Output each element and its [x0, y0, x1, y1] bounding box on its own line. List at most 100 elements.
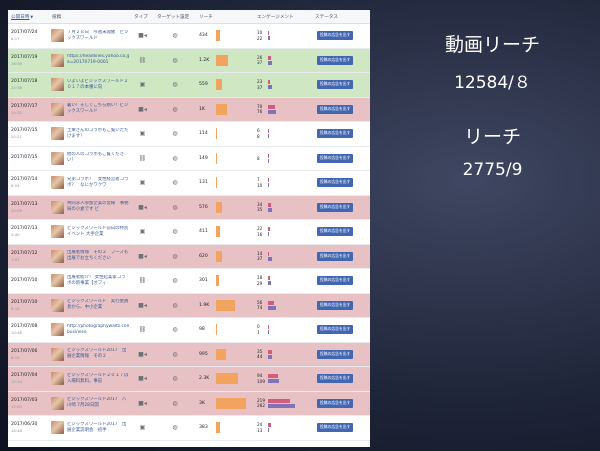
column-date-header[interactable]: 公開日時▼	[8, 14, 49, 20]
post-text-link[interactable]: 土栗さんのコラボもご覧いただけます！	[67, 128, 129, 140]
table-row[interactable]: 2017/07/15 他の人のコラボもご覧ください！ ⛓ ◍ 149 8 投稿の…	[8, 147, 370, 171]
engagement-values: 8	[254, 156, 268, 162]
post-time: 20:21	[11, 134, 22, 140]
table-row[interactable]: 2017/07/10 出展者紹介！ 女性起業家コラボの新事業【オフィ ⛓ ◍ 3…	[8, 269, 370, 294]
sort-arrow-icon[interactable]: ▼	[30, 15, 33, 19]
boost-post-button[interactable]: 投稿の広告を出す	[317, 374, 354, 384]
table-row[interactable]: 2017/07/06 8:15 ビジックスワールド2017 出展企業情報 その２…	[8, 342, 370, 367]
post-thumbnail[interactable]	[51, 176, 64, 190]
post-text-link[interactable]: 兄弟コラボ？ 女性経営者コラボ？ なにかワクワ	[67, 177, 129, 189]
post-text-link[interactable]: 出展者紹介！ 女性起業家コラボの新事業【オフィ	[67, 275, 129, 287]
post-thumbnail[interactable]	[51, 78, 64, 92]
post-thumbnail[interactable]	[51, 421, 64, 435]
post-thumbnail[interactable]	[51, 274, 64, 288]
boost-post-button[interactable]: 投稿の広告を出す	[317, 349, 354, 359]
post-cell[interactable]: https://headlines.yahoo.co.jp/hl?a=20170…	[49, 49, 131, 73]
post-text-link[interactable]: いよいよビジックスワールド２０１７の本番に向	[67, 79, 129, 91]
post-thumbnail[interactable]	[51, 200, 64, 214]
date-sort-label[interactable]: 公開日時	[11, 15, 29, 20]
table-row[interactable]: 2017/07/04 12:34 ビジックスワールド２０１７は入場料無料。事前 …	[8, 367, 370, 392]
post-cell[interactable]: ビジックスワールド2017 八 川崎 7月28日開	[49, 392, 131, 416]
table-row[interactable]: 2017/07/12 7:01 出展者情報 その２ ブースも出展でお立ちください…	[8, 244, 370, 269]
engagement-bar-clicks	[268, 325, 269, 330]
post-cell[interactable]: ビジックスワールド2017 出展企業情報 その２	[49, 343, 131, 367]
boost-post-button[interactable]: 投稿の広告を出す	[317, 251, 354, 261]
post-text-link[interactable]: ７月２８日 今週末開催 ビジックスワールド	[67, 30, 129, 42]
post-thumbnail[interactable]	[51, 127, 64, 141]
table-row[interactable]: 2017/07/15 20:21 土栗さんのコラボもご覧いただけます！ ▣ ◍ …	[8, 122, 370, 147]
post-text-link[interactable]: ビジックスワールド 実行委員長から、中小企業	[67, 299, 129, 311]
boost-post-button[interactable]: 投稿の広告を出す	[317, 80, 354, 90]
post-cell[interactable]: 兄弟コラボ？ 女性経営者コラボ？ なにかワクワ	[49, 171, 131, 195]
post-thumbnail[interactable]	[51, 396, 64, 410]
post-thumbnail[interactable]	[51, 298, 64, 312]
post-cell[interactable]: 土栗さんのコラボもご覧いただけます！	[49, 122, 131, 146]
boost-post-button[interactable]: 投稿の広告を出す	[317, 227, 354, 237]
boost-post-button[interactable]: 投稿の広告を出す	[317, 178, 354, 188]
post-cell[interactable]: ７月２８日 今週末開催 ビジックスワールド	[49, 24, 131, 48]
post-cell[interactable]: 出展者紹介！ 女性起業家コラボの新事業【オフィ	[49, 269, 131, 293]
post-text-link[interactable]: https://headlines.yahoo.co.jp/hl?a=20170…	[67, 54, 129, 66]
boost-post-button[interactable]: 投稿の広告を出す	[317, 31, 354, 41]
status-cell: 投稿の広告を出す	[312, 294, 370, 318]
post-thumbnail[interactable]	[51, 29, 64, 43]
post-cell[interactable]: 暑い！そしてこちら熱い！ビジックスワールド	[49, 98, 131, 122]
engagement-bar-reactions	[268, 109, 276, 114]
post-text-link[interactable]: 共同求人参加企業の皆様 事務局の小倉です ビ	[67, 201, 129, 213]
engagement-cell: 24 13	[254, 416, 312, 440]
boost-post-button[interactable]: 投稿の広告を出す	[317, 153, 354, 163]
post-date: 2017/07/19	[11, 54, 38, 60]
table-row[interactable]: 2017/07/19 16:06 https://headlines.yahoo…	[8, 48, 370, 73]
table-row[interactable]: 2017/07/18 22:38 いよいよビジックスワールド２０１７の本番に向 …	[8, 73, 370, 98]
table-row[interactable]: 2017/07/03 12:00 ビジックスワールド2017 八 川崎 7月28…	[8, 391, 370, 416]
post-text-link[interactable]: 他の人のコラボもご覧ください！	[67, 152, 129, 164]
boost-post-button[interactable]: 投稿の広告を出す	[317, 423, 354, 433]
link-icon: ⛓	[138, 154, 147, 162]
post-text-link[interactable]: ビジックスワールド2017 出展企業情報 その２	[67, 348, 129, 360]
post-cell[interactable]: 他の人のコラボもご覧ください！	[49, 147, 131, 171]
table-row[interactable]: 2017/07/10 8:15 ビジックスワールド 実行委員長から、中小企業 ■…	[8, 293, 370, 318]
table-row[interactable]: 2017/06/30 16:48 ビジックスワールド2017 出展企業説明会 初…	[8, 416, 370, 441]
post-cell[interactable]: ビジックスワールド２０１７は入場料無料。事前	[49, 367, 131, 391]
boost-post-button[interactable]: 投稿の広告を出す	[317, 55, 354, 65]
boost-post-button[interactable]: 投稿の広告を出す	[317, 398, 354, 408]
boost-post-button[interactable]: 投稿の広告を出す	[317, 202, 354, 212]
post-thumbnail[interactable]	[51, 347, 64, 361]
table-row[interactable]: 2017/07/13 10:09 共同求人参加企業の皆様 事務局の小倉です ビ …	[8, 195, 370, 220]
post-thumbnail[interactable]	[51, 151, 64, 165]
engagement-bars	[268, 31, 270, 41]
table-row[interactable]: 2017/07/08 10:48 http://photographywaltz…	[8, 318, 370, 343]
post-text-link[interactable]: ビジックスワールド2017 出展企業説明会 初半	[67, 422, 129, 434]
photo-icon: ▣	[139, 424, 146, 432]
post-thumbnail[interactable]	[51, 225, 64, 239]
post-cell[interactable]: 出展者情報 その２ ブースも出展でお立ちください	[49, 245, 131, 269]
boost-post-button[interactable]: 投稿の広告を出す	[317, 300, 354, 310]
post-thumbnail[interactable]	[51, 53, 64, 67]
post-text-link[interactable]: 出展者情報 その２ ブースも出展でお立ちください	[67, 250, 129, 262]
engagement-bar-clicks	[268, 178, 269, 183]
boost-post-button[interactable]: 投稿の広告を出す	[317, 129, 354, 139]
post-cell[interactable]: ビジックスワールド2017 出展企業説明会 初半	[49, 416, 131, 440]
post-cell[interactable]: ビジックスワールド 実行委員長から、中小企業	[49, 294, 131, 318]
post-thumbnail[interactable]	[51, 323, 64, 337]
post-cell[interactable]: 共同求人参加企業の皆様 事務局の小倉です ビ	[49, 196, 131, 220]
post-cell[interactable]: http://photographywaltz.com/application-…	[49, 318, 131, 342]
post-text-link[interactable]: http://photographywaltz.com/application-…	[67, 324, 129, 336]
post-cell[interactable]: ビジックスワールド前日の特別イベント 大手企業	[49, 220, 131, 244]
boost-post-button[interactable]: 投稿の広告を出す	[317, 325, 354, 335]
status-cell: 投稿の広告を出す	[312, 318, 370, 342]
table-row[interactable]: 2017/07/14 8:04 兄弟コラボ？ 女性経営者コラボ？ なにかワクワ …	[8, 171, 370, 196]
post-text-link[interactable]: ビジックスワールド2017 八 川崎 7月28日開	[67, 397, 129, 409]
table-row[interactable]: 2017/07/24 8:17 ７月２８日 今週末開催 ビジックスワールド ■◂…	[8, 24, 370, 49]
post-cell[interactable]: いよいよビジックスワールド２０１７の本番に向	[49, 73, 131, 97]
boost-post-button[interactable]: 投稿の広告を出す	[317, 104, 354, 114]
post-text-link[interactable]: 暑い！そしてこちら熱い！ビジックスワールド	[67, 103, 129, 115]
post-thumbnail[interactable]	[51, 102, 64, 116]
table-row[interactable]: 2017/07/13 2:40 ビジックスワールド前日の特別イベント 大手企業 …	[8, 220, 370, 245]
post-thumbnail[interactable]	[51, 249, 64, 263]
post-text-link[interactable]: ビジックスワールド前日の特別イベント 大手企業	[67, 226, 129, 238]
boost-post-button[interactable]: 投稿の広告を出す	[317, 276, 354, 286]
post-thumbnail[interactable]	[51, 372, 64, 386]
table-row[interactable]: 2017/07/17 10:20 暑い！そしてこちら熱い！ビジックスワールド ■…	[8, 97, 370, 122]
post-text-link[interactable]: ビジックスワールド２０１７は入場料無料。事前	[67, 373, 129, 385]
